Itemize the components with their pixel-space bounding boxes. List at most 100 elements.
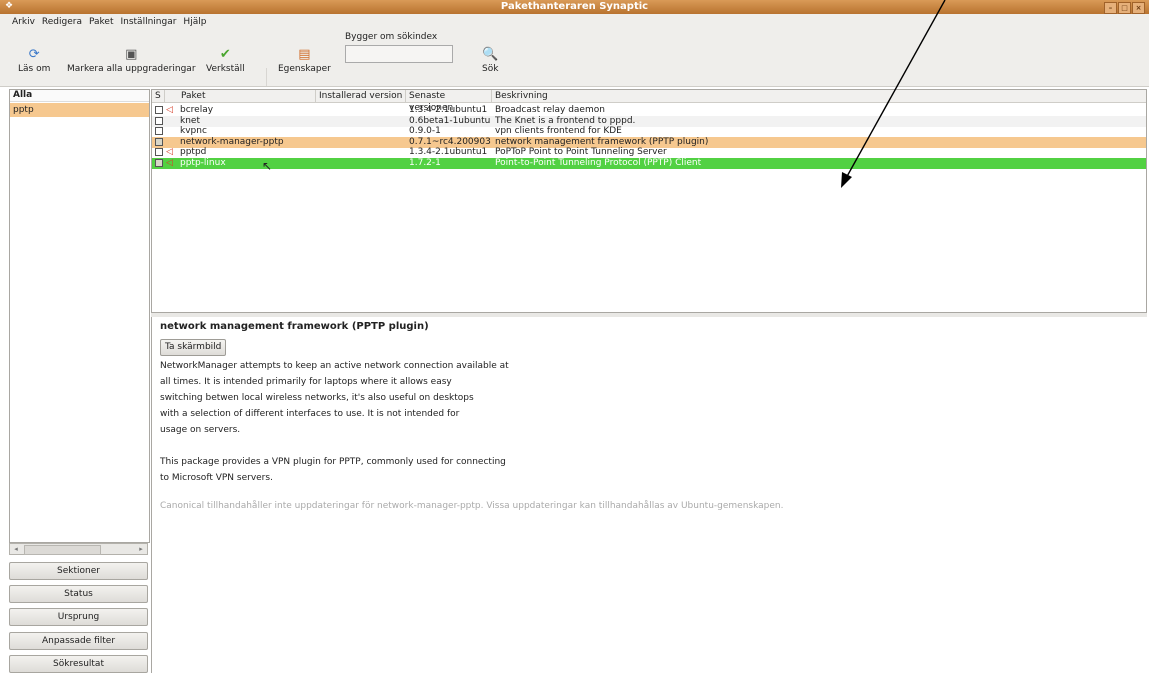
reload-button[interactable]: ⟳ Läs om: [18, 47, 51, 75]
package-checkbox[interactable]: [155, 159, 163, 167]
ubuntu-support-icon: ◁: [166, 105, 173, 115]
apply-button[interactable]: ✔ Verkställ: [206, 47, 245, 75]
apply-label: Verkställ: [206, 64, 245, 74]
package-description: PoPToP Point to Point Tunneling Server: [495, 147, 667, 158]
ubuntu-support-icon: ◁: [166, 158, 173, 168]
details-pane: network management framework (PPTP plugi…: [151, 317, 1147, 673]
toolbar: ⟳ Läs om ▣ Markera alla uppgraderingar ✔…: [0, 30, 1149, 87]
filter-list: Alla pptp: [9, 89, 150, 543]
properties-icon: ▤: [298, 47, 311, 62]
filter-list-header[interactable]: Alla: [10, 90, 149, 102]
package-description: Broadcast relay daemon: [495, 105, 605, 115]
installed-version: [318, 137, 404, 148]
package-checkbox[interactable]: [155, 137, 163, 146]
package-description: network management framework (PPTP plugi…: [495, 136, 709, 147]
column-package[interactable]: Paket: [165, 90, 316, 103]
window-controls: – □ ×: [1104, 2, 1145, 14]
installed-version: [318, 147, 404, 158]
menu-hjalp[interactable]: Hjälp: [183, 17, 206, 27]
window-title: Pakethanteraren Synaptic: [500, 1, 649, 12]
latest-version: 0.7.1~rc4.2009031(: [409, 136, 491, 147]
package-checkbox[interactable]: [155, 127, 163, 136]
column-installed-version[interactable]: Installerad version: [316, 90, 406, 103]
latest-version: 0.9.0-1: [409, 126, 441, 137]
custom-filters-button[interactable]: Anpassade filter: [9, 632, 148, 650]
scrollbar-thumb[interactable]: [24, 545, 101, 555]
description-line: switching betwen local wireless networks…: [160, 393, 474, 403]
filter-item-pptp[interactable]: pptp: [10, 103, 149, 117]
title-bar: ❖ Pakethanteraren Synaptic – □ ×: [0, 0, 1149, 14]
table-row[interactable]: ◁ pptp-linux 1.7.2-1 Point-to-Point Tunneli…: [152, 158, 1146, 169]
description-line: with a selection of different interfaces…: [160, 409, 460, 419]
minimize-icon[interactable]: –: [1104, 2, 1117, 14]
description-line: all times. It is intended primarily for …: [160, 377, 452, 387]
search-results-button[interactable]: Sökresultat: [9, 655, 148, 673]
package-description: vpn clients frontend for KDE: [495, 126, 622, 137]
search-index-label: Bygger om sökindex: [345, 32, 438, 42]
reload-label: Läs om: [18, 64, 51, 74]
table-row[interactable]: network-manager-pptp 0.7.1~rc4.2009031( ne…: [152, 136, 1146, 148]
quick-search-input[interactable]: [345, 45, 453, 63]
scroll-left-icon[interactable]: ◂: [11, 544, 21, 554]
package-checkbox[interactable]: [155, 148, 163, 157]
maximize-icon[interactable]: □: [1118, 2, 1131, 14]
package-name: pptpd: [180, 147, 207, 158]
menu-paket[interactable]: Paket: [89, 17, 114, 27]
scroll-right-icon[interactable]: ▸: [136, 544, 146, 554]
origin-button[interactable]: Ursprung: [9, 608, 148, 626]
package-table: S Paket Installerad version Senaste vers…: [151, 89, 1147, 313]
properties-label: Egenskaper: [278, 64, 331, 74]
latest-version: 1.7.2-1: [409, 158, 441, 168]
table-row[interactable]: ◁ pptpd 1.3.4-2.1ubuntu1 PoPToP Point to Po…: [152, 147, 1146, 158]
latest-version: 1.3.4-2.1ubuntu1: [409, 105, 488, 115]
reload-icon: ⟳: [28, 47, 40, 62]
upgrade-icon: ▣: [125, 47, 138, 62]
toolbar-separator: [266, 68, 267, 86]
package-name: kvpnc: [180, 126, 207, 137]
package-name: knet: [180, 115, 200, 126]
ubuntu-support-icon: ◁: [166, 147, 173, 158]
screenshot-button[interactable]: Ta skärmbild: [160, 339, 227, 356]
table-row[interactable]: ◁ bcrelay 1.3.4-2.1ubuntu1 Broadcast relay …: [152, 105, 1146, 116]
table-row[interactable]: kvpnc 0.9.0-1 vpn clients frontend for KDE: [152, 126, 1146, 137]
status-button[interactable]: Status: [9, 585, 148, 603]
installed-version: [318, 158, 404, 169]
latest-version: 1.3.4-2.1ubuntu1: [409, 147, 488, 158]
mouse-cursor-icon: ↖: [262, 159, 273, 173]
installed-version: [318, 126, 404, 137]
close-icon[interactable]: ×: [1132, 2, 1145, 14]
latest-version: 0.6beta1-1ubuntu1: [409, 115, 491, 126]
column-status[interactable]: S: [152, 90, 165, 103]
package-name: pptp-linux: [180, 158, 226, 168]
menu-bar: Arkiv Redigera Paket Inställningar Hjälp: [0, 14, 1149, 30]
installed-version: [318, 116, 404, 127]
description-line: usage on servers.: [160, 425, 241, 435]
description-line: NetworkManager attempts to keep an activ…: [160, 361, 509, 371]
details-title: network management framework (PPTP plugi…: [160, 321, 429, 332]
filter-list-scrollbar[interactable]: ◂ ▸: [9, 543, 148, 555]
description-line: This package provides a VPN plugin for P…: [160, 457, 506, 467]
table-row[interactable]: knet 0.6beta1-1ubuntu1 The Knet is a front…: [152, 115, 1146, 127]
package-checkbox[interactable]: [155, 106, 163, 114]
mark-all-label: Markera alla uppgraderingar: [67, 64, 196, 74]
menu-arkiv[interactable]: Arkiv: [12, 17, 35, 27]
search-label: Sök: [482, 64, 499, 74]
checkmark-icon: ✔: [219, 47, 231, 62]
support-note: Canonical tillhandahåller inte uppdateri…: [160, 501, 784, 511]
package-description: The Knet is a frontend to pppd.: [495, 115, 636, 126]
column-description[interactable]: Beskrivning: [492, 90, 1146, 103]
package-name: network-manager-pptp: [180, 136, 284, 147]
sections-button[interactable]: Sektioner: [9, 562, 148, 580]
package-checkbox[interactable]: [155, 116, 163, 125]
installed-version: [318, 105, 404, 116]
description-line: to Microsoft VPN servers.: [160, 473, 273, 483]
search-button[interactable]: 🔍 Sök: [482, 47, 499, 75]
package-description: Point-to-Point Tunneling Protocol (PPTP)…: [495, 158, 702, 168]
column-latest-version[interactable]: Senaste versionen: [406, 90, 492, 113]
search-icon: 🔍: [482, 47, 499, 62]
properties-button[interactable]: ▤ Egenskaper: [278, 47, 331, 75]
mark-all-upgrades-button[interactable]: ▣ Markera alla uppgraderingar: [67, 47, 196, 75]
menu-redigera[interactable]: Redigera: [42, 17, 82, 27]
package-name: bcrelay: [180, 105, 214, 115]
menu-installningar[interactable]: Inställningar: [120, 17, 176, 27]
